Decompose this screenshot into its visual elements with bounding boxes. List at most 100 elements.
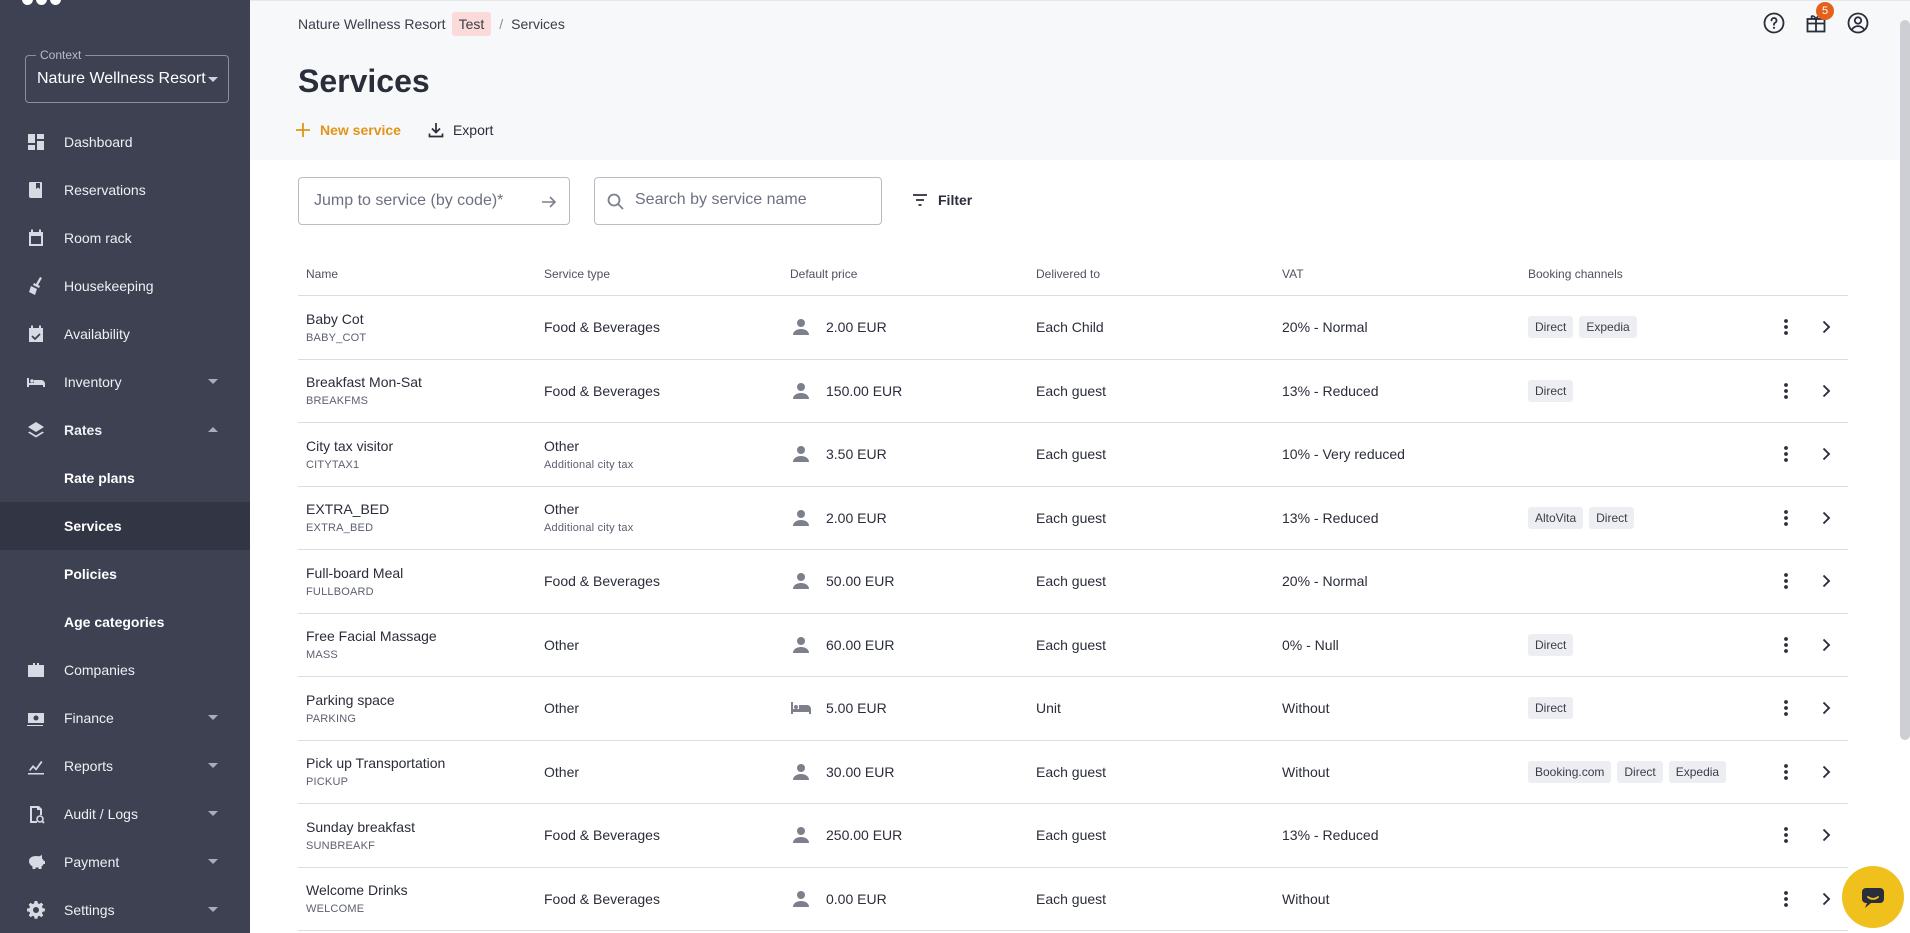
channel-chip: Expedia (1668, 760, 1727, 783)
chevron-right-icon[interactable] (1816, 635, 1836, 655)
table-row[interactable]: Free Facial Massage MASS Other 60.00 EUR Eac… (298, 614, 1848, 677)
chat-button[interactable] (1842, 866, 1904, 928)
help-icon[interactable] (1762, 11, 1786, 35)
sidebar-item-label: Housekeeping (64, 278, 154, 294)
more-vert-icon[interactable] (1776, 889, 1796, 909)
default-price-cell: 60.00 EUR (790, 634, 1036, 656)
default-price-cell: 150.00 EUR (790, 380, 1036, 402)
chevron-right-icon[interactable] (1816, 698, 1836, 718)
column-header-delivered-to[interactable]: Delivered to (1036, 267, 1282, 281)
plus-icon (296, 123, 310, 137)
person-icon (790, 824, 812, 846)
apaleo-logo[interactable] (22, 0, 82, 8)
filter-button[interactable]: Filter (910, 190, 972, 210)
table-row[interactable]: Baby Cot BABY_COT Food & Beverages 2.00 EUR… (298, 296, 1848, 360)
column-header-default-price[interactable]: Default price (790, 267, 1036, 281)
more-vert-icon[interactable] (1776, 571, 1796, 591)
booking-channels: AltoVita Direct (1528, 506, 1768, 529)
sidebar-item-audit-logs[interactable]: Audit / Logs (0, 790, 250, 838)
bed-icon (790, 697, 812, 719)
chevron-right-icon[interactable] (1816, 444, 1836, 464)
context-selector[interactable]: Context Nature Wellness Resort (25, 48, 229, 103)
table-row[interactable]: Parking space PARKING Other 5.00 EUR Unit Wit… (298, 677, 1848, 741)
sidebar-item-room-rack[interactable]: Room rack (0, 214, 250, 262)
sidebar-subitem-services[interactable]: Services (0, 502, 250, 550)
sidebar-item-dashboard[interactable]: Dashboard (0, 118, 250, 166)
sidebar-item-housekeeping[interactable]: Housekeeping (0, 262, 250, 310)
dashboard-icon (26, 132, 46, 152)
scrollbar[interactable] (1900, 20, 1910, 740)
sidebar-subitem-age-categories[interactable]: Age categories (0, 598, 250, 646)
calendar-icon (26, 228, 46, 248)
breadcrumb-property[interactable]: Nature Wellness Resort (298, 16, 446, 32)
more-vert-icon[interactable] (1776, 508, 1796, 528)
chevron-right-icon[interactable] (1816, 317, 1836, 337)
sidebar-item-inventory[interactable]: Inventory (0, 358, 250, 406)
arrow-right-icon[interactable] (539, 192, 559, 212)
sidebar-item-reports[interactable]: Reports (0, 742, 250, 790)
chevron-down-icon (208, 811, 218, 816)
calendar-check-icon (26, 324, 46, 344)
delivered-to: Each guest (1036, 382, 1107, 399)
vat: 0% - Null (1282, 636, 1339, 653)
more-vert-icon[interactable] (1776, 317, 1796, 337)
search-input[interactable] (635, 191, 865, 209)
column-header-vat[interactable]: VAT (1282, 267, 1528, 281)
cash-icon (26, 708, 46, 728)
account-icon[interactable] (1846, 11, 1870, 35)
more-vert-icon[interactable] (1776, 762, 1796, 782)
service-code: SUNBREAKF (306, 839, 376, 852)
table-row[interactable]: Welcome Drinks WELCOME Food & Beverages 0.0… (298, 868, 1848, 931)
more-vert-icon[interactable] (1776, 825, 1796, 845)
service-name-cell: Free Facial Massage MASS (298, 628, 544, 661)
sidebar-item-availability[interactable]: Availability (0, 310, 250, 358)
service-code: WELCOME (306, 903, 365, 916)
table-row[interactable]: Breakfast Mon-Sat BREAKFMS Food & Beverage… (298, 360, 1848, 423)
more-vert-icon[interactable] (1776, 381, 1796, 401)
new-service-button[interactable]: New service (294, 121, 401, 139)
layers-icon (26, 420, 46, 440)
table-row[interactable]: Full-board Meal FULLBOARD Food & Beverages… (298, 550, 1848, 614)
vat: 13% - Reduced (1282, 509, 1379, 526)
jump-to-service-field[interactable] (298, 177, 570, 225)
chevron-right-icon[interactable] (1816, 762, 1836, 782)
sidebar-subitem-policies[interactable]: Policies (0, 550, 250, 598)
more-vert-icon[interactable] (1776, 444, 1796, 464)
sidebar-item-settings[interactable]: Settings (0, 886, 250, 933)
service-code: EXTRA_BED (306, 522, 374, 535)
sidebar-item-label: Availability (64, 326, 130, 342)
context-legend: Context (36, 48, 86, 62)
service-type-cell: Food & Beverages (544, 319, 790, 335)
chevron-right-icon[interactable] (1816, 508, 1836, 528)
sidebar-item-finance[interactable]: Finance (0, 694, 250, 742)
table-row[interactable]: Pick up Transportation PICKUP Other 30.00 E… (298, 741, 1848, 804)
search-field[interactable] (594, 177, 882, 225)
delivered-to: Each guest (1036, 573, 1107, 590)
sidebar-item-companies[interactable]: Companies (0, 646, 250, 694)
more-vert-icon[interactable] (1776, 698, 1796, 718)
export-button[interactable]: Export (427, 121, 493, 139)
gift-notifications-icon[interactable]: 5 (1804, 2, 1834, 35)
sidebar-item-rates[interactable]: Rates (0, 406, 250, 454)
table-row[interactable]: City tax visitor CITYTAX1 Other Additional … (298, 423, 1848, 487)
jump-to-service-input[interactable] (314, 192, 534, 210)
chevron-right-icon[interactable] (1816, 889, 1836, 909)
chevron-right-icon[interactable] (1816, 825, 1836, 845)
sidebar-item-payment[interactable]: Payment (0, 838, 250, 886)
chevron-right-icon[interactable] (1816, 571, 1836, 591)
chevron-right-icon[interactable] (1816, 381, 1836, 401)
row-actions (1776, 296, 1836, 359)
more-vert-icon[interactable] (1776, 635, 1796, 655)
sidebar-item-reservations[interactable]: Reservations (0, 166, 250, 214)
row-actions (1776, 487, 1836, 550)
chevron-up-icon (208, 427, 218, 432)
column-header-service-type[interactable]: Service type (544, 267, 790, 281)
column-header-booking-channels[interactable]: Booking channels (1528, 267, 1768, 281)
bed-icon (26, 372, 46, 392)
sidebar-subitem-rate-plans[interactable]: Rate plans (0, 454, 250, 502)
default-price: 3.50 EUR (826, 446, 887, 463)
service-type-sub: Additional city tax (544, 522, 634, 535)
table-row[interactable]: Sunday breakfast SUNBREAKF Food & Beverage… (298, 804, 1848, 868)
column-header-name[interactable]: Name (298, 267, 544, 281)
table-row[interactable]: EXTRA_BED EXTRA_BED Other Additional city t… (298, 487, 1848, 550)
